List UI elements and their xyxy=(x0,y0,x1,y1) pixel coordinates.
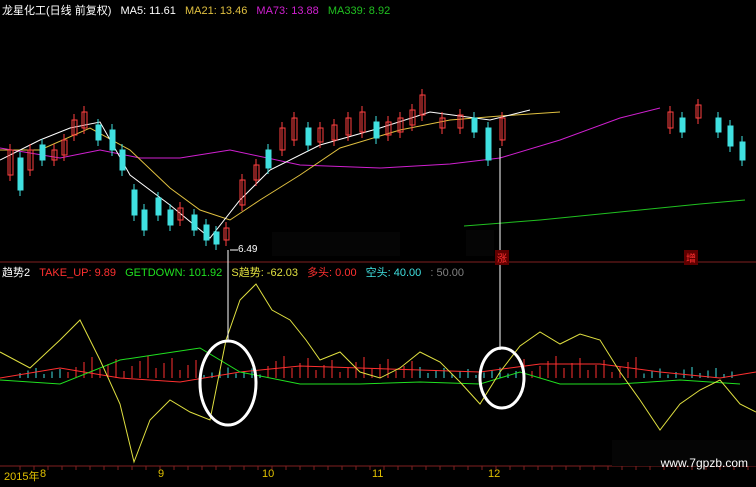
mask-block xyxy=(428,0,756,108)
candle xyxy=(203,224,210,241)
signal-label-2: 增 xyxy=(684,250,698,265)
chart-canvas xyxy=(0,0,756,470)
trend-line xyxy=(0,283,756,464)
candle xyxy=(17,157,24,191)
highlight-circle xyxy=(478,346,526,410)
x-tick-label: 2015年 xyxy=(4,471,40,483)
candle xyxy=(471,117,478,133)
candle xyxy=(167,209,174,226)
mask-block xyxy=(272,232,400,256)
candle xyxy=(109,129,116,151)
candle xyxy=(155,197,162,216)
highlight-circle xyxy=(198,339,258,427)
getdown-line xyxy=(0,347,741,385)
candle xyxy=(727,125,734,147)
x-tick-label: 10 xyxy=(262,468,275,480)
candle xyxy=(119,149,126,171)
candle xyxy=(305,127,312,146)
candle xyxy=(191,214,198,231)
signal-label-1: 涨 xyxy=(495,250,509,265)
candle xyxy=(485,127,492,161)
candle xyxy=(213,231,220,245)
candle xyxy=(373,121,380,139)
ma339-line xyxy=(463,199,746,227)
candle xyxy=(39,144,46,161)
take-up-line xyxy=(0,363,756,383)
chart-window: { "main_legend": { "title": "龙星化工(日线 前复权… xyxy=(0,0,756,487)
candle xyxy=(715,117,722,133)
x-tick-label: 11 xyxy=(372,468,384,480)
ma5-line xyxy=(0,109,531,239)
x-tick-label: 8 xyxy=(40,468,47,480)
watermark: www.7gpzb.com xyxy=(660,456,748,470)
candle xyxy=(265,149,272,169)
x-tick-label: 12 xyxy=(488,468,501,480)
x-tick-label: 9 xyxy=(158,468,165,480)
candle xyxy=(679,117,686,133)
mask-block xyxy=(466,230,494,256)
low-price-label: 6.49 xyxy=(238,244,258,255)
candle xyxy=(141,209,148,231)
candle xyxy=(131,189,138,216)
candle xyxy=(95,124,102,141)
candle xyxy=(739,141,746,161)
